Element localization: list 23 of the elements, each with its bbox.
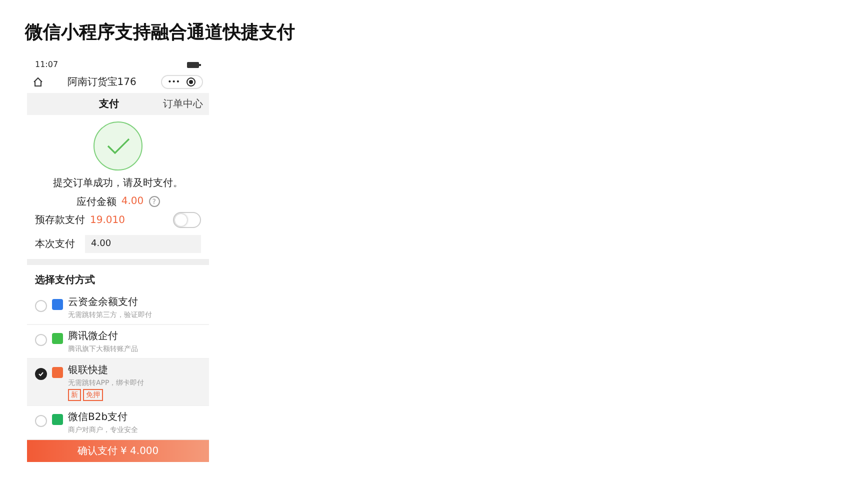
method-name: 腾讯微企付 [68, 330, 119, 344]
mini-program-title: 阿南订货宝176 [67, 76, 136, 90]
prepaid-balance: 19.010 [90, 214, 125, 226]
tab[interactable]: 支付 [99, 96, 119, 111]
checkmark-circle-icon [93, 120, 143, 171]
prepaid-label: 预存款支付 [35, 214, 85, 228]
battery-icon [187, 62, 201, 68]
status-time: 11:07 [35, 60, 58, 70]
home-icon[interactable] [33, 77, 43, 88]
method-name: 银联快捷 [68, 364, 109, 378]
tab[interactable]: 订单中心 [163, 96, 203, 111]
radio-button[interactable] [35, 368, 47, 380]
method-name: 微信B2b支付 [68, 410, 129, 424]
prepaid-toggle[interactable] [173, 212, 201, 228]
payment-label: 本次支付 [35, 238, 75, 251]
section-title: 选择支付方式 [34, 273, 96, 288]
check-icon [38, 371, 44, 378]
slide-title: 微信小程序支持融合通道快捷支付 [25, 21, 296, 44]
success-message: 提交订单成功，请及时支付。 [53, 176, 183, 190]
amount-value: 4.00 [121, 196, 144, 208]
payment-field[interactable]: 4.00 [85, 234, 201, 253]
method-name: 云资金余额支付 [68, 296, 139, 310]
amount-label: 应付金额 [76, 196, 116, 209]
